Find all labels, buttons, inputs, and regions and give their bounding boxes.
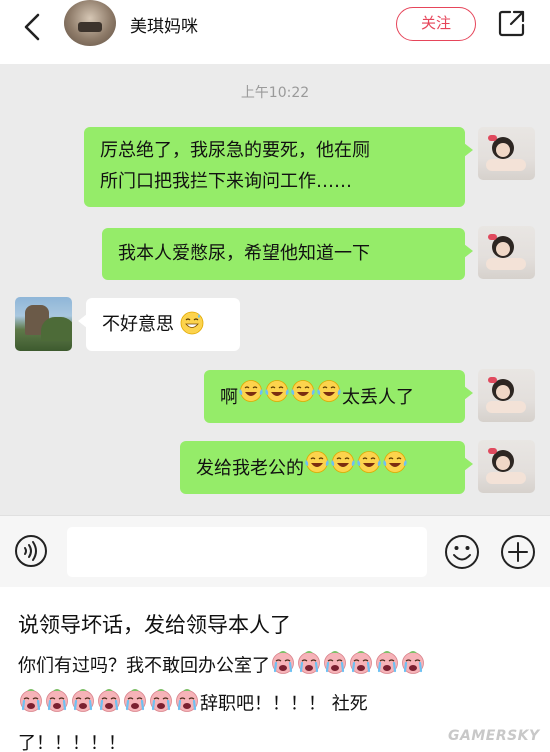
sweat-smile-emoji — [180, 311, 204, 335]
my-avatar[interactable] — [478, 369, 535, 422]
message-bubble-sent[interactable]: 我本人爱憋尿，希望他知道一下 — [102, 228, 473, 280]
caption-title: 说领导坏话，发给领导本人了 — [18, 613, 291, 637]
crying-face-emoji — [348, 649, 374, 680]
plus-icon[interactable] — [500, 534, 536, 570]
emoji-group — [304, 451, 408, 479]
chat-header: 美琪妈咪 关注 — [0, 0, 550, 64]
emoji-group — [238, 380, 342, 408]
back-icon[interactable] — [18, 12, 48, 42]
caption-line: 辞职吧！！！！ 社死 — [18, 689, 368, 720]
message-input[interactable] — [67, 527, 427, 577]
caption-text: 你们有过吗？我不敢回办公室了 — [18, 655, 270, 677]
crying-face-emoji — [174, 687, 200, 718]
message-timestamp: 上午10:22 — [240, 85, 310, 101]
voice-icon[interactable] — [14, 534, 48, 568]
message-bubble-sent[interactable]: 厉总绝了，我尿急的要死，他在厕 所门口把我拦下来询问工作…… — [84, 127, 473, 207]
contact-avatar-small[interactable] — [15, 297, 72, 351]
crying-face-emoji — [18, 687, 44, 718]
message-bubble-received[interactable]: 不好意思 — [78, 298, 240, 351]
crying-laughing-emoji — [238, 379, 264, 413]
message-text: 发给我老公的 — [196, 458, 304, 479]
message-text: 不好意思 — [102, 314, 174, 335]
crying-face-emoji — [374, 649, 400, 680]
crying-face-emoji — [44, 687, 70, 718]
chat-area[interactable]: 上午10:22 厉总绝了，我尿急的要死，他在厕 所门口把我拦下来询问工作…… 我… — [0, 64, 550, 515]
message-text-line: 所门口把我拦下来询问工作…… — [100, 171, 352, 192]
caption-text: 辞职吧！！！！ 社死 — [200, 693, 368, 715]
crying-face-emoji — [322, 649, 348, 680]
crying-face-emoji — [270, 649, 296, 680]
crying-face-emoji — [70, 687, 96, 718]
crying-laughing-emoji — [304, 450, 330, 484]
caption-line: 了！！！！！ — [18, 733, 126, 752]
message-text: 我本人爱憋尿，希望他知道一下 — [118, 243, 370, 264]
watermark: GAMERSKY — [448, 728, 540, 744]
my-avatar[interactable] — [478, 127, 535, 180]
message-text: 啊 — [220, 387, 238, 408]
crying-laughing-emoji — [316, 379, 342, 413]
emoji-group — [18, 689, 200, 715]
share-icon[interactable] — [498, 9, 526, 37]
message-bubble-sent[interactable]: 发给我老公的 — [180, 441, 473, 494]
crying-laughing-emoji — [382, 450, 408, 484]
crying-laughing-emoji — [264, 379, 290, 413]
crying-laughing-emoji — [356, 450, 382, 484]
input-bar — [0, 515, 550, 587]
message-bubble-sent[interactable]: 啊 太丢人了 — [204, 370, 473, 423]
caption-line: 你们有过吗？我不敢回办公室了 — [18, 651, 426, 682]
crying-laughing-emoji — [290, 379, 316, 413]
message-text: 太丢人了 — [342, 387, 414, 408]
crying-face-emoji — [400, 649, 426, 680]
message-text-line: 厉总绝了，我尿急的要死，他在厕 — [100, 140, 370, 161]
follow-button[interactable]: 关注 — [396, 7, 476, 41]
emoji-group — [270, 651, 426, 677]
crying-face-emoji — [122, 687, 148, 718]
crying-face-emoji — [296, 649, 322, 680]
contact-avatar[interactable] — [64, 0, 116, 46]
my-avatar[interactable] — [478, 226, 535, 279]
my-avatar[interactable] — [478, 440, 535, 493]
smile-icon[interactable] — [444, 534, 480, 570]
crying-face-emoji — [148, 687, 174, 718]
crying-face-emoji — [96, 687, 122, 718]
crying-laughing-emoji — [330, 450, 356, 484]
contact-name: 美琪妈咪 — [130, 17, 198, 37]
